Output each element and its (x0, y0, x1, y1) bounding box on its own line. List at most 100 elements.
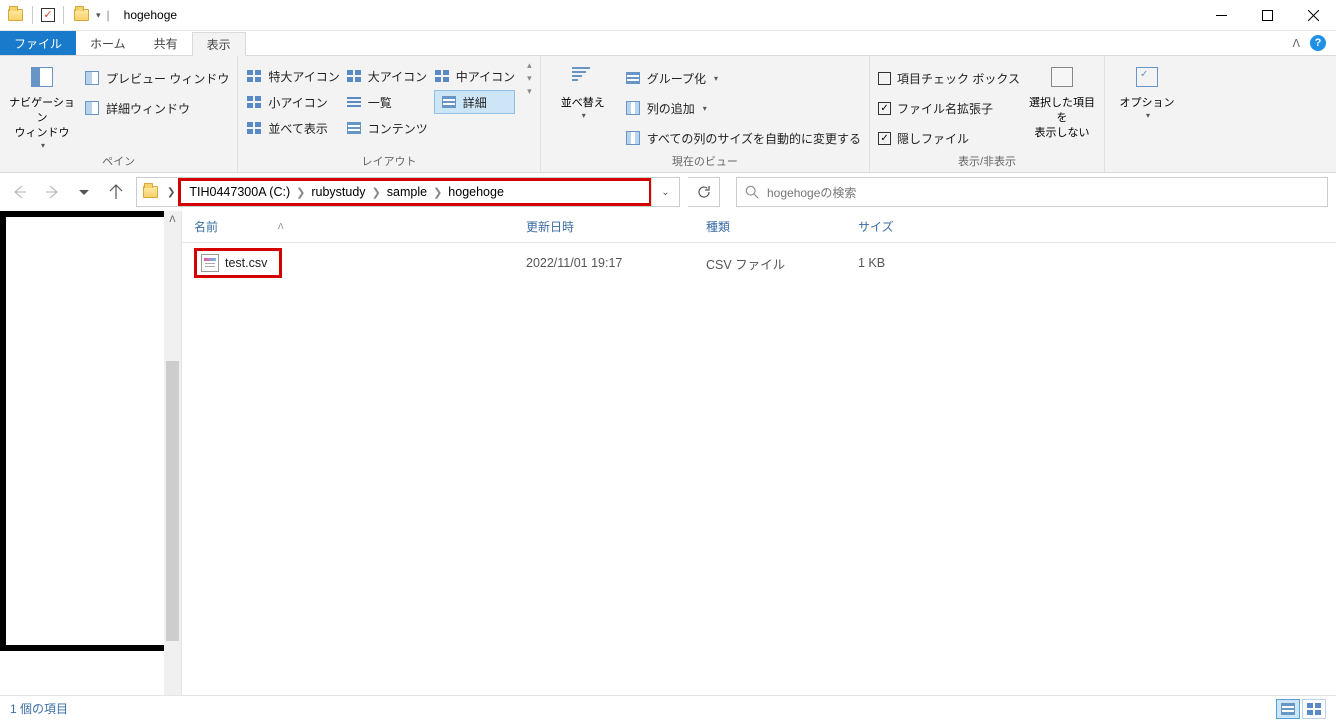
options-button[interactable]: オプション ▾ (1113, 60, 1181, 122)
size-columns-button[interactable]: すべての列のサイズを自動的に変更する (625, 126, 861, 150)
column-header-type[interactable]: 種類 (694, 211, 846, 242)
view-medium-button[interactable]: 中アイコン (434, 64, 515, 88)
chevron-right-icon[interactable]: ❯ (433, 186, 442, 199)
hidden-items-toggle[interactable]: 隠しファイル (878, 126, 1020, 150)
refresh-button[interactable] (688, 177, 720, 207)
search-icon (745, 185, 759, 199)
search-box[interactable]: hogehogeの検索 (736, 177, 1328, 207)
view-details-button[interactable]: 詳細 (434, 90, 515, 114)
scroll-down-icon[interactable]: ▾ (527, 73, 532, 84)
size-columns-label: すべての列のサイズを自動的に変更する (647, 130, 861, 147)
minimize-button[interactable] (1198, 0, 1244, 31)
options-label: オプション (1120, 96, 1175, 111)
group-label-show-hide: 表示/非表示 (878, 153, 1096, 172)
chevron-down-icon: ▾ (714, 74, 718, 83)
file-date: 2022/11/01 19:17 (514, 256, 694, 270)
add-columns-button[interactable]: 列の追加▾ (625, 96, 861, 120)
forward-button[interactable] (40, 180, 64, 204)
file-row[interactable]: test.csv 2022/11/01 19:17 CSV ファイル 1 KB (182, 243, 1336, 283)
extra-large-icon (247, 70, 261, 82)
details-view-button[interactable] (1276, 699, 1300, 719)
maximize-button[interactable] (1244, 0, 1290, 31)
sort-button[interactable]: 並べ替え ▾ (549, 60, 617, 122)
file-extensions-toggle[interactable]: ファイル名拡張子 (878, 96, 1020, 120)
navigation-pane-icon (31, 67, 53, 87)
up-button[interactable] (104, 180, 128, 204)
chevron-down-icon: ▾ (41, 141, 45, 152)
recent-locations-button[interactable] (72, 180, 96, 204)
breadcrumb-item[interactable]: hogehoge (442, 185, 510, 199)
qat-properties-icon[interactable] (41, 8, 55, 22)
breadcrumb-item[interactable]: TIH0447300A (C:) (183, 185, 296, 199)
tab-view[interactable]: 表示 (192, 32, 246, 56)
column-header-name[interactable]: 名前ᐱ (182, 211, 514, 242)
chevron-right-icon[interactable]: ❯ (296, 186, 305, 199)
search-placeholder: hogehogeの検索 (767, 184, 856, 201)
address-dropdown-button[interactable]: ⌄ (651, 178, 679, 206)
group-label-current-view: 現在のビュー (549, 153, 861, 172)
hide-selected-label: 選択した項目を 表示しない (1028, 96, 1096, 141)
size-columns-icon (626, 131, 640, 145)
ribbon-group-options: オプション ▾ (1105, 56, 1189, 172)
expand-gallery-icon[interactable]: ▾ (527, 86, 532, 97)
sort-label: 並べ替え (561, 96, 605, 111)
qat-dropdown-icon[interactable]: ▾ (96, 10, 101, 21)
navigation-pane-button[interactable]: ナビゲーション ウィンドウ ▾ (8, 60, 76, 151)
redacted-navigation-tree (0, 211, 174, 651)
scroll-up-icon[interactable]: ᐱ (164, 211, 181, 228)
small-label: 小アイコン (268, 94, 327, 111)
sort-icon (572, 67, 594, 87)
app-icon (6, 6, 24, 24)
quick-access-toolbar: ▾ (0, 6, 101, 24)
checkbox-icon (878, 72, 891, 85)
help-icon[interactable]: ? (1310, 35, 1326, 51)
large-icons-view-button[interactable] (1302, 699, 1326, 719)
file-size: 1 KB (846, 256, 996, 270)
scrollbar-vertical[interactable]: ᐱ (164, 211, 181, 695)
tab-file[interactable]: ファイル (0, 31, 76, 55)
item-checkboxes-toggle[interactable]: 項目チェック ボックス (878, 66, 1020, 90)
hide-selected-button[interactable]: 選択した項目を 表示しない (1028, 60, 1096, 141)
group-by-button[interactable]: グループ化 ▾ (625, 66, 861, 90)
column-header-date[interactable]: 更新日時 (514, 211, 694, 242)
separator (63, 6, 64, 24)
view-large-button[interactable]: 大アイコン (346, 64, 428, 88)
large-icons-view-icon (1307, 703, 1321, 715)
chevron-right-icon[interactable]: ❯ (372, 186, 381, 199)
content-area: ᐱ 名前ᐱ 更新日時 種類 サイズ test.csv 2022/11/01 19… (0, 211, 1336, 695)
tab-home[interactable]: ホーム (76, 31, 140, 55)
chevron-down-icon (79, 190, 89, 195)
preview-pane-icon (85, 71, 99, 85)
close-button[interactable] (1290, 0, 1336, 31)
breadcrumb-item[interactable]: sample (381, 185, 433, 199)
details-label: 詳細 (463, 94, 487, 111)
file-type: CSV ファイル (694, 254, 846, 273)
view-tiles-button[interactable]: 並べて表示 (246, 116, 339, 140)
ribbon: ナビゲーション ウィンドウ ▾ プレビュー ウィンドウ 詳細ウィンドウ ペイン … (0, 56, 1336, 173)
breadcrumb-item[interactable]: rubystudy (305, 185, 371, 199)
view-extra-large-button[interactable]: 特大アイコン (246, 64, 339, 88)
qat-new-folder-icon[interactable] (72, 6, 90, 24)
collapse-ribbon-icon[interactable]: ᐱ (1292, 37, 1300, 50)
details-pane-button[interactable]: 詳細ウィンドウ (84, 96, 229, 120)
view-list-button[interactable]: 一覧 (346, 90, 428, 114)
column-header-size[interactable]: サイズ (846, 211, 996, 242)
window-controls (1198, 0, 1336, 31)
group-by-label: グループ化 (647, 70, 706, 87)
ribbon-group-panes: ナビゲーション ウィンドウ ▾ プレビュー ウィンドウ 詳細ウィンドウ ペイン (0, 56, 238, 172)
view-small-button[interactable]: 小アイコン (246, 90, 339, 114)
scrollbar-thumb[interactable] (166, 361, 179, 641)
scroll-up-icon[interactable]: ▴ (527, 60, 532, 71)
tab-share[interactable]: 共有 (140, 31, 192, 55)
ribbon-group-current-view: 並べ替え ▾ グループ化 ▾ 列の追加▾ すべての列のサイズを自動的に変更する 現… (541, 56, 870, 172)
address-bar[interactable]: ❯ TIH0447300A (C:) ❯ rubystudy ❯ sample … (136, 177, 680, 207)
view-content-button[interactable]: コンテンツ (346, 116, 428, 140)
large-label: 大アイコン (368, 68, 427, 85)
title-separator: | (107, 8, 110, 22)
separator (32, 6, 33, 24)
navigation-pane[interactable]: ᐱ (0, 211, 182, 695)
preview-pane-button[interactable]: プレビュー ウィンドウ (84, 66, 229, 90)
chevron-right-icon[interactable]: ❯ (163, 187, 179, 198)
file-name-highlight: test.csv (194, 248, 282, 278)
back-button[interactable] (8, 180, 32, 204)
